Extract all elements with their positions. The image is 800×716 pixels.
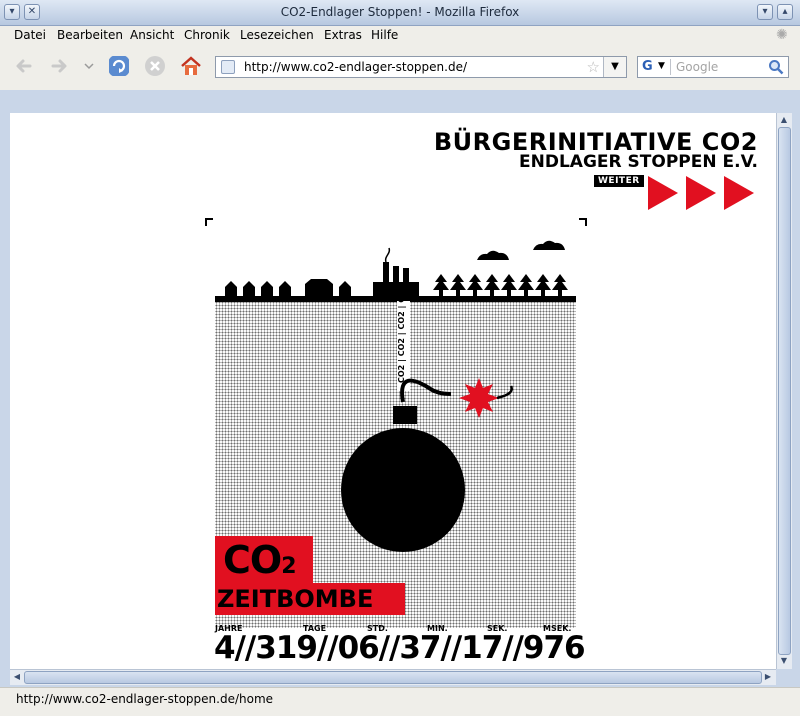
vertical-scrollbar[interactable]: ▲ ▼	[776, 113, 792, 669]
stop-icon[interactable]	[143, 54, 167, 78]
skyline-illustration	[215, 240, 576, 302]
menu-bar: Datei Bearbeiten Ansicht Chronik Lesezei…	[0, 26, 800, 46]
forward-icon[interactable]	[47, 54, 71, 78]
scroll-down-arrow-icon[interactable]: ▼	[777, 654, 791, 668]
url-bar[interactable]: http://www.co2-endlager-stoppen.de/ ☆ ▼	[215, 56, 627, 78]
favicon-icon	[221, 60, 235, 74]
search-engine-selector[interactable]: G ▼	[640, 59, 671, 75]
scroll-right-arrow-icon[interactable]: ▶	[761, 670, 775, 684]
org-name-line2[interactable]: ENDLAGER STOPPEN E.V.	[519, 152, 758, 172]
status-text: http://www.co2-endlager-stoppen.de/home	[16, 692, 274, 706]
page-content: BÜRGERINITIATIVE CO2 ENDLAGER STOPPEN E.…	[10, 113, 776, 669]
window-titlebar: ▾ ✕ CO2-Endlager Stoppen! - Mozilla Fire…	[0, 0, 800, 26]
chevron-down-icon: ▼	[658, 61, 665, 71]
maximize-button[interactable]: ▴	[777, 4, 793, 20]
search-box[interactable]: G ▼ Google	[637, 56, 789, 78]
url-text[interactable]: http://www.co2-endlager-stoppen.de/	[244, 60, 467, 74]
menu-datei[interactable]: Datei	[14, 28, 46, 42]
zeitbombe-poster[interactable]: CO2 | CO2 | CO2 | C CO2 ZEITBOMBE JAHRE …	[205, 218, 587, 668]
arrow-icon[interactable]	[686, 176, 716, 210]
vertical-scroll-thumb[interactable]	[778, 127, 791, 655]
reload-icon[interactable]	[107, 54, 131, 78]
countdown-timer: 4//319//06//37//17//976	[214, 630, 586, 666]
crop-mark-icon	[579, 218, 587, 226]
weiter-button[interactable]: WEITER	[594, 175, 644, 187]
minimize-button[interactable]: ▾	[757, 4, 773, 20]
home-icon[interactable]	[179, 54, 203, 78]
google-engine-icon: G	[642, 59, 653, 74]
co2-badge: CO2	[223, 538, 297, 587]
zeitbombe-title: ZEITBOMBE	[217, 585, 374, 613]
bomb-illustration	[341, 378, 513, 552]
scroll-left-arrow-icon[interactable]: ◀	[10, 670, 24, 684]
arrow-icon[interactable]	[648, 176, 678, 210]
status-bar: http://www.co2-endlager-stoppen.de/home	[0, 687, 800, 716]
menu-extras[interactable]: Extras	[324, 28, 362, 42]
url-dropdown-button[interactable]: ▼	[603, 57, 626, 77]
throbber-icon: ✺	[776, 27, 788, 43]
menu-lesezeichen[interactable]: Lesezeichen	[240, 28, 314, 42]
scroll-up-arrow-icon[interactable]: ▲	[777, 113, 791, 127]
co2-badge-co: CO	[223, 538, 282, 582]
bookmark-star-icon[interactable]: ☆	[587, 58, 600, 76]
search-magnifier-icon[interactable]	[768, 59, 784, 75]
crop-mark-icon	[205, 218, 213, 226]
menu-ansicht[interactable]: Ansicht	[130, 28, 174, 42]
menu-bearbeiten[interactable]: Bearbeiten	[57, 28, 123, 42]
window-title: CO2-Endlager Stoppen! - Mozilla Firefox	[280, 5, 520, 19]
menu-hilfe[interactable]: Hilfe	[371, 28, 398, 42]
search-input[interactable]: Google	[676, 60, 718, 74]
horizontal-scroll-thumb[interactable]	[24, 671, 762, 684]
horizontal-scrollbar[interactable]: ◀ ▶	[10, 669, 776, 685]
co2-badge-sub: 2	[281, 554, 296, 579]
menu-chronik[interactable]: Chronik	[184, 28, 230, 42]
arrow-icon[interactable]	[724, 176, 754, 210]
back-icon[interactable]	[12, 54, 36, 78]
history-dropdown-icon[interactable]	[82, 54, 96, 78]
